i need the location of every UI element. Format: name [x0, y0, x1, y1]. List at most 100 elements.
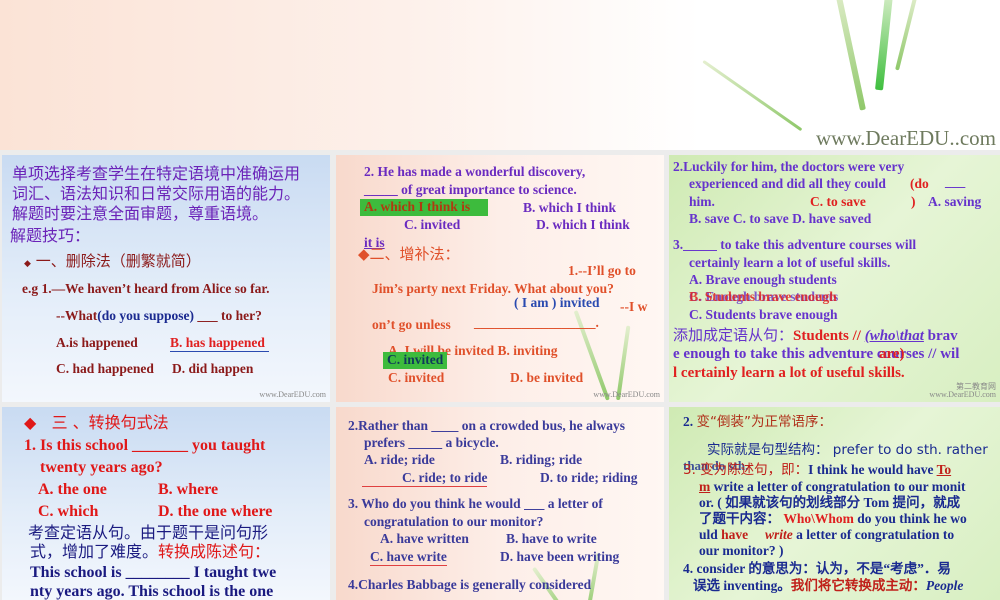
- explain-text: 式，增加了难度。: [30, 542, 159, 561]
- note-line: l certainly learn a lot of useful skills…: [673, 365, 905, 381]
- tips-heading: 解题技巧：: [10, 226, 91, 245]
- method-label: 三 、转换句式法: [51, 413, 169, 432]
- q-text: --What: [56, 308, 98, 323]
- option-b-answer: B. has happened: [170, 335, 269, 352]
- answer-highlight: A. which I think is: [360, 199, 489, 216]
- bamboo-leaf: [833, 0, 866, 111]
- inserted-phrase: (do you suppose): [97, 308, 195, 323]
- explain-text: 了题干内容：: [699, 511, 784, 526]
- question-line: twenty years ago?: [40, 459, 163, 476]
- statement-line: This school is ________ I taught twe: [30, 564, 277, 581]
- explain-text: uld: [699, 527, 722, 542]
- method-heading: ◆ 三 、转换句式法: [24, 414, 169, 432]
- option-c: C. invited: [404, 217, 461, 232]
- blank-line: __________________.: [474, 315, 599, 330]
- slide-panel-4[interactable]: ◆ 三 、转换句式法 1. Is this school _______ you…: [2, 407, 330, 600]
- option-d: D. did happen: [172, 361, 254, 376]
- option-c: C. Students brave enough: [689, 307, 838, 322]
- paren-close: ): [911, 194, 916, 209]
- option-d: D. be invited: [510, 370, 584, 385]
- intro-line: 解题时要注意全面审题，尊重语境。: [12, 204, 269, 223]
- method-label: 二、增补法：: [369, 245, 460, 263]
- option-c: C. which: [38, 503, 99, 520]
- intro-line: 单项选择考查学生在特定语境中准确运用: [12, 164, 301, 183]
- note-text: brav: [923, 328, 958, 344]
- explain-line: 了题干内容： Who\Whom do you think he wo: [699, 511, 967, 527]
- question-line: _____ of great importance to science.: [364, 182, 577, 197]
- option-a: A. Brave enough students: [689, 272, 837, 287]
- question-line: prefers _____ a bicycle.: [364, 435, 499, 450]
- answer-text: C. to save: [810, 194, 866, 209]
- slide-panel-6[interactable]: 2. 变“倒装”为正常语序： 实际就是句型结构： prefer to do st…: [669, 407, 1000, 600]
- slide-panel-1[interactable]: 单项选择考查学生在特定语境中准确运用 词汇、语法知识和日常交际用语的能力。 解题…: [2, 155, 330, 402]
- option-b: B. which I think: [523, 200, 617, 215]
- diamond-bullet-icon: ◆: [24, 413, 37, 432]
- underlined-name: m: [699, 479, 711, 494]
- explain-text: 误选 inventing。: [693, 578, 791, 593]
- watermark: www.DearEDU.com: [593, 390, 660, 399]
- explain-line: 4. consider 的意思为：认为，不是“考虑”．易: [683, 561, 951, 576]
- heading-text: 变“倒装”为正常语序：: [696, 414, 833, 430]
- option-c: C. had happened: [56, 361, 154, 376]
- question-line: 4.Charles Babbage is generally considere…: [348, 577, 592, 592]
- explain-cn: 3. 变为陈述句，即：: [683, 462, 809, 478]
- statement-line: nty years ago. This school is the one: [30, 583, 274, 600]
- question-line: --What(do you suppose) ___ to her?: [56, 308, 262, 324]
- option-d: D. which I think: [536, 217, 630, 232]
- explain-line: 式，增加了难度。转换成陈述句：: [30, 543, 270, 561]
- explain-highlight: Who\Whom: [783, 511, 854, 526]
- question-line: certainly learn a lot of useful skills.: [689, 255, 891, 270]
- explain-text: do you think he wo: [853, 511, 967, 526]
- options-line: B. save C. to save D. have saved: [689, 211, 872, 226]
- question-line: 3. Who do you think he would ___ a lette…: [348, 496, 603, 511]
- explain-line: 考查定语从句。由于题干是问句形: [28, 523, 269, 542]
- note-cn: 添加成定语从句：: [673, 326, 794, 344]
- slide-panel-3[interactable]: 2.Luckily for him, the doctors were very…: [669, 155, 1000, 402]
- question-line: 3._____ to take this adventure courses w…: [673, 237, 917, 252]
- option-b: B. where: [158, 481, 219, 498]
- heading-num: 2.: [683, 414, 694, 429]
- paren-open: (do: [910, 176, 929, 191]
- answer-highlight: C. invited: [383, 352, 448, 369]
- option-d: D. the one where: [158, 503, 273, 520]
- option-a: A. the one: [38, 481, 107, 498]
- bamboo-leaf: [895, 0, 919, 71]
- inserted-phrase: ( I am ) invited: [514, 295, 600, 310]
- explain-line: 误选 inventing。我们将它转换成主动：People: [693, 578, 964, 594]
- method-heading: ◆二、增补法：: [358, 246, 460, 263]
- option-c-answer: C. ride; to ride: [362, 470, 488, 487]
- q-text: ___ to her?: [197, 308, 262, 323]
- note-line: e enough to take this adventure courses …: [673, 346, 960, 362]
- explain-line: our monitor? ): [699, 543, 784, 558]
- blank-line: ___: [945, 174, 966, 189]
- option-b-overlay: B. Students brave enough: [689, 289, 837, 304]
- note-relative: (who\that: [864, 328, 924, 344]
- slide-panel-5[interactable]: 2.Rather than ____ on a crowded bus, he …: [336, 407, 664, 600]
- method-heading: ◆ 一、删除法（删繁就简）: [24, 253, 201, 270]
- explain-text: I think he would have: [808, 462, 937, 477]
- note-subject: Students //: [793, 328, 865, 344]
- brand-logo-text: www.DearEDU..com: [816, 126, 996, 150]
- question-line: 2.Luckily for him, the doctors were very: [673, 159, 905, 174]
- explain-text: a letter of congratulation to: [792, 527, 955, 542]
- question-line: on’t go unless: [372, 317, 451, 332]
- heading: 2. 变“倒装”为正常语序：: [683, 414, 833, 430]
- slide-panel-2[interactable]: 2. He has made a wonderful discovery, __…: [336, 155, 664, 402]
- watermark: www.DearEDU.com: [929, 390, 996, 399]
- diamond-bullet-icon: ◆: [24, 259, 31, 269]
- note-line: 添加成定语从句：Students // (who\that brav: [673, 327, 958, 345]
- question-line: 1. Is this school _______ you taught: [24, 437, 266, 454]
- option-b: B. have to write: [506, 531, 597, 546]
- question-line: 2.Rather than ____ on a crowded bus, he …: [348, 418, 626, 433]
- explain-highlight: 转换成陈述句：: [158, 542, 271, 561]
- question-line: 1.--I’ll go to: [568, 263, 636, 278]
- watermark: www.DearEDU.com: [259, 390, 326, 399]
- explain-line: uld have write a letter of congratulatio…: [699, 527, 955, 543]
- option-a: A. have written: [380, 531, 469, 546]
- explain-highlight: write: [765, 527, 793, 542]
- intro-line: 词汇、语法知识和日常交际用语的能力。: [12, 184, 301, 203]
- question-line: experienced and did all they could: [689, 176, 886, 191]
- explain-line: m write a letter of congratulation to ou…: [699, 479, 965, 495]
- explain-text: People: [925, 578, 964, 593]
- question-line: e.g 1.—We haven’t heard from Alice so fa…: [22, 281, 270, 296]
